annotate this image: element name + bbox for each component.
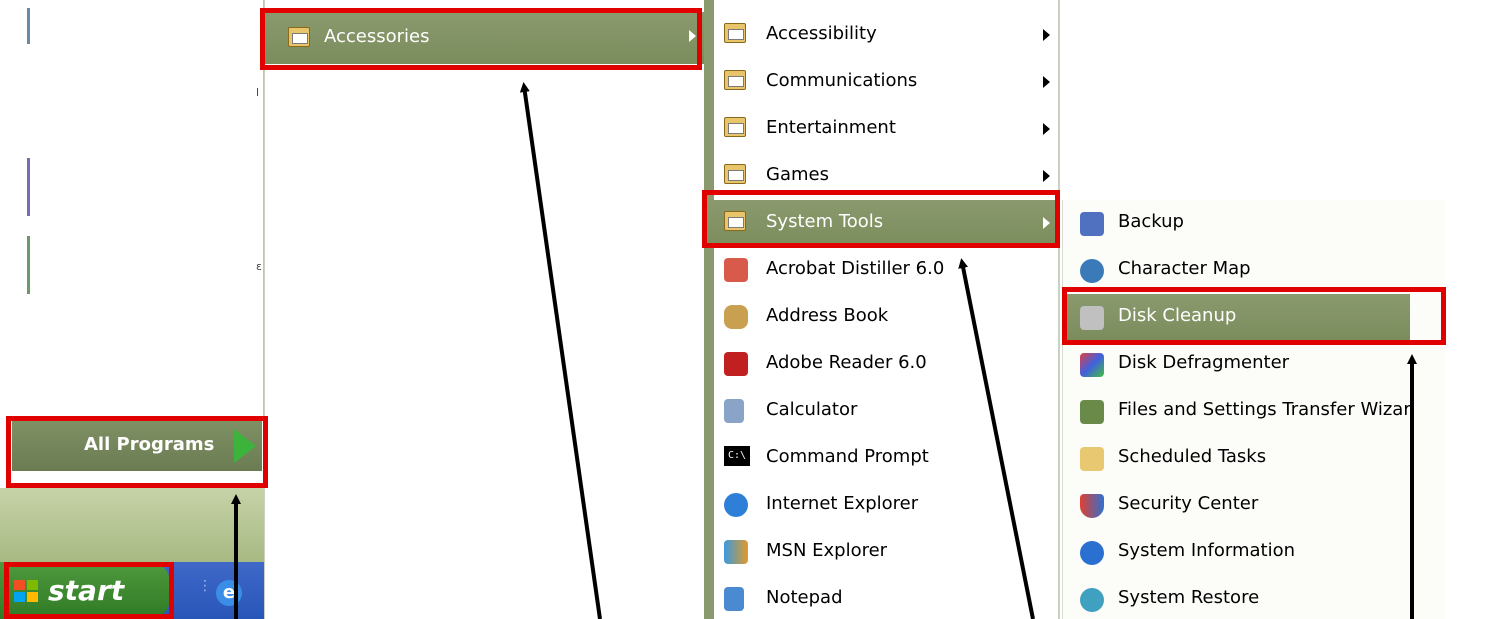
menu-item-internet-explorer[interactable]: Internet Explorer: [704, 482, 1060, 529]
menu-item-label: Accessibility: [766, 23, 877, 44]
menu-item-label: Entertainment: [766, 117, 896, 138]
menu-item-label: Disk Defragmenter: [1118, 352, 1290, 373]
menu-item-entertainment[interactable]: Entertainment: [704, 106, 1060, 153]
menu-item-notepad[interactable]: Notepad: [704, 576, 1060, 619]
menu-item-adobe-reader[interactable]: Adobe Reader 6.0: [704, 341, 1060, 388]
menu-item-address-book[interactable]: Address Book: [704, 294, 1060, 341]
edge-tick: [27, 158, 30, 216]
system-tools-list: Backup Character Map Disk Cleanup Disk D…: [1062, 200, 1410, 619]
folder-icon: [724, 117, 746, 137]
command-prompt-icon: C:\: [724, 446, 750, 466]
folder-icon: [724, 164, 746, 184]
adobe-reader-icon: [724, 352, 748, 376]
system-tools-highlight-box: [702, 190, 1060, 248]
scheduled-tasks-icon: [1080, 447, 1104, 471]
menu-item-label: Character Map: [1118, 258, 1251, 279]
programs-menu: [264, 0, 704, 619]
menu-item-msn-explorer[interactable]: MSN Explorer: [704, 529, 1060, 576]
menu-item-label: Acrobat Distiller 6.0: [766, 258, 945, 279]
msn-explorer-icon: [724, 540, 748, 564]
quick-launch-grip[interactable]: ⋮: [198, 578, 212, 594]
menu-item-label: Notepad: [766, 587, 843, 608]
menu-item-system-restore[interactable]: System Restore: [1062, 576, 1410, 619]
calculator-icon: [724, 399, 744, 423]
submenu-arrow-icon: [1043, 29, 1050, 41]
menu-item-label: Games: [766, 164, 829, 185]
edge-tick: [27, 8, 30, 44]
notepad-icon: [724, 587, 744, 611]
menu-item-disk-defragmenter[interactable]: Disk Defragmenter: [1062, 341, 1410, 388]
acrobat-distiller-icon: [724, 258, 748, 282]
disk-defragmenter-icon: [1080, 353, 1104, 377]
security-center-icon: [1080, 494, 1104, 518]
internet-explorer-icon: [724, 493, 748, 517]
folder-icon: [724, 70, 746, 90]
menu-item-label: Files and Settings Transfer Wizard: [1118, 399, 1410, 420]
menu-item-label: Security Center: [1118, 493, 1259, 514]
menu-item-acrobat-distiller[interactable]: Acrobat Distiller 6.0: [704, 247, 1060, 294]
start-menu-footer: [0, 488, 264, 562]
menu-item-label: System Information: [1118, 540, 1296, 561]
menu-item-label: System Restore: [1118, 587, 1260, 608]
clipped-text-fragment: l: [256, 86, 260, 99]
system-restore-icon: [1080, 588, 1104, 612]
menu-item-label: Calculator: [766, 399, 858, 420]
edge-tick: [27, 236, 30, 294]
submenu-arrow-icon: [1043, 170, 1050, 182]
menu-item-label: Scheduled Tasks: [1118, 446, 1267, 467]
menu-item-command-prompt[interactable]: C:\ Command Prompt: [704, 435, 1060, 482]
submenu-arrow-icon: [1043, 76, 1050, 88]
backup-icon: [1080, 212, 1104, 236]
transfer-wizard-icon: [1080, 400, 1104, 424]
disk-cleanup-highlight-box: [1062, 287, 1446, 345]
menu-item-transfer-wizard[interactable]: Files and Settings Transfer Wizard: [1062, 388, 1410, 435]
address-book-icon: [724, 305, 748, 329]
menu-item-backup[interactable]: Backup: [1062, 200, 1410, 247]
accessories-highlight-box: [260, 8, 702, 70]
menu-item-communications[interactable]: Communications: [704, 59, 1060, 106]
clipped-text-fragment: ε: [256, 260, 262, 273]
menu-item-calculator[interactable]: Calculator: [704, 388, 1060, 435]
internet-explorer-quicklaunch-icon[interactable]: e: [216, 580, 242, 606]
menu-item-label: Internet Explorer: [766, 493, 919, 514]
menu-item-system-information[interactable]: System Information: [1062, 529, 1410, 576]
start-button-highlight-box: [4, 562, 174, 619]
menu-item-label: Adobe Reader 6.0: [766, 352, 927, 373]
menu-item-label: Command Prompt: [766, 446, 929, 467]
folder-icon: [724, 23, 746, 43]
menu-item-accessibility[interactable]: Accessibility: [704, 12, 1060, 59]
character-map-icon: [1080, 259, 1104, 283]
submenu-arrow-icon: [1043, 123, 1050, 135]
menu-item-label: Address Book: [766, 305, 889, 326]
system-information-icon: [1080, 541, 1104, 565]
menu-item-security-center[interactable]: Security Center: [1062, 482, 1410, 529]
menu-item-label: Backup: [1118, 211, 1184, 232]
all-programs-highlight-box: [6, 416, 268, 488]
menu-item-label: MSN Explorer: [766, 540, 888, 561]
menu-item-label: Communications: [766, 70, 918, 91]
menu-item-scheduled-tasks[interactable]: Scheduled Tasks: [1062, 435, 1410, 482]
